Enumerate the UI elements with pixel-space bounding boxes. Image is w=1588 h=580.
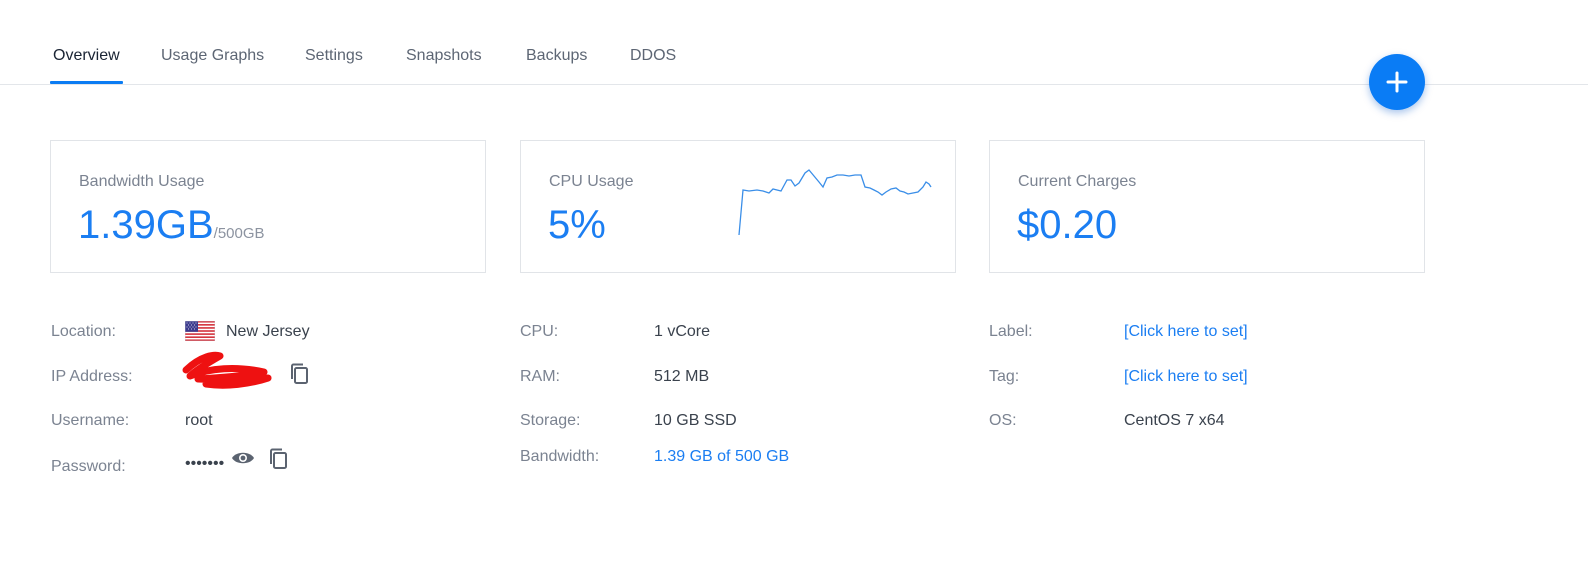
cpu-usage-label: CPU Usage: [549, 173, 634, 190]
tab-bar: Overview Usage Graphs Settings Snapshots…: [0, 0, 1588, 85]
bandwidth-label: Bandwidth:: [520, 448, 600, 465]
tab-snapshots[interactable]: Snapshots: [406, 47, 482, 65]
os-value: CentOS 7 x64: [1124, 412, 1225, 429]
tab-backups[interactable]: Backups: [526, 47, 587, 65]
bandwidth-usage-amount: 1.39GB: [78, 203, 214, 247]
cpu-label: CPU:: [520, 323, 559, 340]
add-button[interactable]: [1369, 54, 1425, 110]
tag-label: Tag:: [989, 368, 1020, 385]
bandwidth-usage-card: Bandwidth Usage 1.39GB/500GB: [50, 140, 486, 273]
set-tag-link[interactable]: [Click here to set]: [1124, 368, 1248, 386]
current-charges-value: $0.20: [1017, 203, 1118, 247]
bandwidth-usage-limit: /500GB: [213, 225, 265, 242]
ram-value: 512 MB: [654, 368, 710, 385]
current-charges-card: Current Charges $0.20: [989, 140, 1425, 273]
copy-password-icon[interactable]: [268, 448, 288, 470]
storage-value: 10 GB SSD: [654, 412, 737, 429]
location-label: Location:: [51, 323, 116, 340]
username-label: Username:: [51, 412, 130, 429]
tab-usage-graphs[interactable]: Usage Graphs: [161, 47, 264, 65]
ip-address-label: IP Address:: [51, 368, 133, 385]
active-tab-indicator: [50, 81, 123, 84]
bandwidth-usage-value: 1.39GB/500GB: [78, 203, 265, 248]
plus-icon: [1386, 71, 1408, 93]
username-value: root: [185, 412, 213, 429]
cpu-sparkline: [738, 169, 932, 236]
password-label: Password:: [51, 458, 126, 475]
password-value: •••••••: [185, 455, 225, 472]
bandwidth-usage-label: Bandwidth Usage: [79, 173, 205, 190]
cpu-value: 1 vCore: [654, 323, 711, 340]
cpu-usage-card: CPU Usage 5%: [520, 140, 956, 273]
set-label-link[interactable]: [Click here to set]: [1124, 323, 1248, 341]
server-label-label: Label:: [989, 323, 1033, 340]
tab-overview[interactable]: Overview: [53, 47, 120, 65]
os-label: OS:: [989, 412, 1017, 429]
location-value: New Jersey: [226, 323, 310, 340]
copy-ip-icon[interactable]: [289, 363, 309, 385]
current-charges-label: Current Charges: [1018, 173, 1137, 190]
us-flag-icon: [185, 321, 215, 341]
bandwidth-value-link[interactable]: 1.39 GB of 500 GB: [654, 448, 789, 466]
tab-ddos[interactable]: DDOS: [630, 47, 676, 65]
redaction-scribble: [182, 351, 272, 389]
storage-label: Storage:: [520, 412, 581, 429]
cpu-usage-value: 5%: [548, 203, 606, 247]
ram-label: RAM:: [520, 368, 560, 385]
tab-settings[interactable]: Settings: [305, 47, 363, 65]
eye-icon[interactable]: [231, 449, 255, 467]
